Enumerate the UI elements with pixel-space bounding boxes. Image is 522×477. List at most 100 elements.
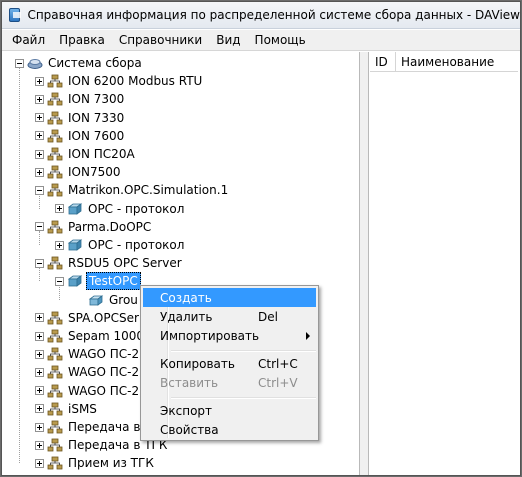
tree-node[interactable]: SPA.OPCSer	[35, 309, 141, 327]
menu-item-properties[interactable]: Свойства	[143, 420, 316, 439]
tree-node-protocol[interactable]: TestOPC	[55, 272, 141, 291]
expand-icon[interactable]	[35, 113, 44, 123]
tree-node-label: Matrikon.OPC.Simulation.1	[68, 183, 229, 198]
menu-item-delete-shortcut: Del	[258, 309, 278, 324]
menu-item-delete[interactable]: Удалить Del	[143, 307, 316, 326]
menu-item-export-label: Экспорт	[160, 403, 213, 418]
menu-item-create[interactable]: Создать	[143, 288, 316, 307]
expand-icon[interactable]	[35, 331, 44, 341]
collapse-icon[interactable]	[35, 185, 44, 195]
menu-item-paste: Вставить Ctrl+V	[143, 373, 316, 392]
device-node-icon	[47, 456, 63, 470]
device-node-icon	[47, 347, 63, 361]
app-icon	[9, 8, 22, 22]
expand-icon[interactable]	[35, 404, 44, 414]
tree-node-label: ION 7330	[68, 110, 125, 125]
tree-node[interactable]: ION ПС20А	[35, 145, 137, 163]
expand-icon[interactable]	[35, 349, 44, 359]
menu-item-copy[interactable]: Копировать Ctrl+C	[143, 354, 316, 373]
opc-protocol-icon	[67, 274, 83, 288]
tree-node-label: RSDU5 OPC Server	[68, 256, 182, 271]
tree-node-label: ION 7600	[68, 128, 125, 143]
menu-item-paste-shortcut: Ctrl+V	[258, 375, 298, 390]
tree-root[interactable]: Система сбора	[15, 54, 144, 72]
expand-icon[interactable]	[55, 204, 64, 214]
expand-icon[interactable]	[35, 131, 44, 141]
tree-node-group[interactable]: Grou	[85, 291, 140, 309]
device-node-icon	[47, 420, 63, 434]
expand-icon[interactable]	[35, 458, 44, 468]
submenu-arrow-icon	[306, 332, 310, 340]
tree-node[interactable]: Matrikon.OPC.Simulation.1	[35, 181, 230, 199]
tree-node-label: ION ПС20А	[68, 147, 135, 161]
menu-file[interactable]: Файл	[2, 30, 52, 51]
menu-item-export[interactable]: Экспорт	[143, 401, 316, 420]
expand-icon[interactable]	[35, 367, 44, 377]
expand-icon[interactable]	[35, 422, 44, 432]
menu-item-properties-label: Свойства	[160, 422, 219, 437]
tree-node-label: OPC - протокол	[88, 201, 185, 216]
grid-header: ID Наименование	[370, 52, 518, 72]
device-node-icon	[47, 256, 63, 270]
tree-node[interactable]: WAGO ПС-2	[35, 363, 141, 381]
details-grid[interactable]: ID Наименование	[370, 52, 518, 475]
tree-node-label: WAGO ПС-2	[68, 365, 140, 380]
expand-icon[interactable]	[35, 94, 44, 104]
tree-node[interactable]: ION 7300	[35, 90, 126, 108]
menu-item-paste-label: Вставить	[160, 375, 219, 390]
tree-node[interactable]: WAGO ПС-2	[35, 382, 141, 400]
title-bar[interactable]: Справочная информация по распределенной …	[2, 2, 520, 29]
device-node-icon	[47, 402, 63, 416]
tree-node[interactable]: ION 7330	[35, 109, 126, 127]
tree-node-label: WAGO ПС-2	[68, 347, 140, 362]
tree-node[interactable]: ION 7600	[35, 127, 126, 145]
device-node-icon	[47, 438, 63, 452]
opc-protocol-icon	[67, 202, 83, 216]
device-node-icon	[47, 92, 63, 106]
collapse-icon[interactable]	[55, 276, 64, 286]
tree-node-label: Grou	[109, 292, 138, 307]
menu-item-import[interactable]: Импортировать	[143, 326, 316, 345]
tree-node[interactable]: ION 6200 Modbus RTU	[35, 72, 204, 90]
menu-separator	[171, 397, 316, 399]
menu-view[interactable]: Вид	[209, 30, 247, 51]
tree-node[interactable]: ION7500	[35, 163, 123, 181]
device-node-icon	[47, 384, 63, 398]
menu-directories[interactable]: Справочники	[112, 30, 209, 51]
device-node-icon	[47, 111, 63, 125]
menu-item-copy-label: Копировать	[160, 356, 235, 371]
tree-node-protocol[interactable]: OPC - протокол	[55, 236, 186, 254]
expand-icon[interactable]	[35, 386, 44, 396]
collapse-icon[interactable]	[15, 58, 24, 68]
menu-item-delete-label: Удалить	[160, 309, 213, 324]
tree-node[interactable]: WAGO ПС-2	[35, 345, 141, 363]
device-node-icon	[47, 365, 63, 379]
tree-node[interactable]: Передача в	[35, 418, 142, 436]
tree-node-label: ION 7300	[68, 92, 125, 107]
menu-item-create-label: Создать	[160, 290, 212, 305]
collapse-icon[interactable]	[35, 258, 44, 268]
tree-node[interactable]: Sepam 1000-	[35, 327, 150, 345]
opc-protocol-icon	[67, 238, 83, 252]
column-header-id[interactable]: ID	[370, 52, 396, 71]
menu-edit[interactable]: Правка	[52, 30, 112, 51]
tree-node[interactable]: RSDU5 OPC Server	[35, 254, 184, 272]
column-header-name[interactable]: Наименование	[396, 52, 518, 71]
expand-icon[interactable]	[55, 240, 64, 250]
collapse-icon[interactable]	[35, 222, 44, 232]
expand-icon[interactable]	[35, 313, 44, 323]
pane-splitter[interactable]	[360, 52, 369, 475]
expand-icon[interactable]	[35, 76, 44, 86]
tree-node-label: Прием из ТГК	[68, 456, 154, 471]
tree-node[interactable]: iSMS	[35, 400, 99, 418]
group-icon	[88, 293, 104, 307]
device-node-icon	[47, 183, 63, 197]
menu-help[interactable]: Помощь	[248, 30, 313, 51]
tree-node[interactable]: Прием из ТГК	[35, 454, 156, 472]
tree-node-protocol[interactable]: OPC - протокол	[55, 200, 186, 218]
tree-node[interactable]: Parma.DoOPC	[35, 218, 153, 236]
expand-icon[interactable]	[35, 149, 44, 159]
tree-node-label: Система сбора	[48, 56, 142, 70]
expand-icon[interactable]	[35, 167, 44, 177]
expand-icon[interactable]	[35, 440, 44, 450]
